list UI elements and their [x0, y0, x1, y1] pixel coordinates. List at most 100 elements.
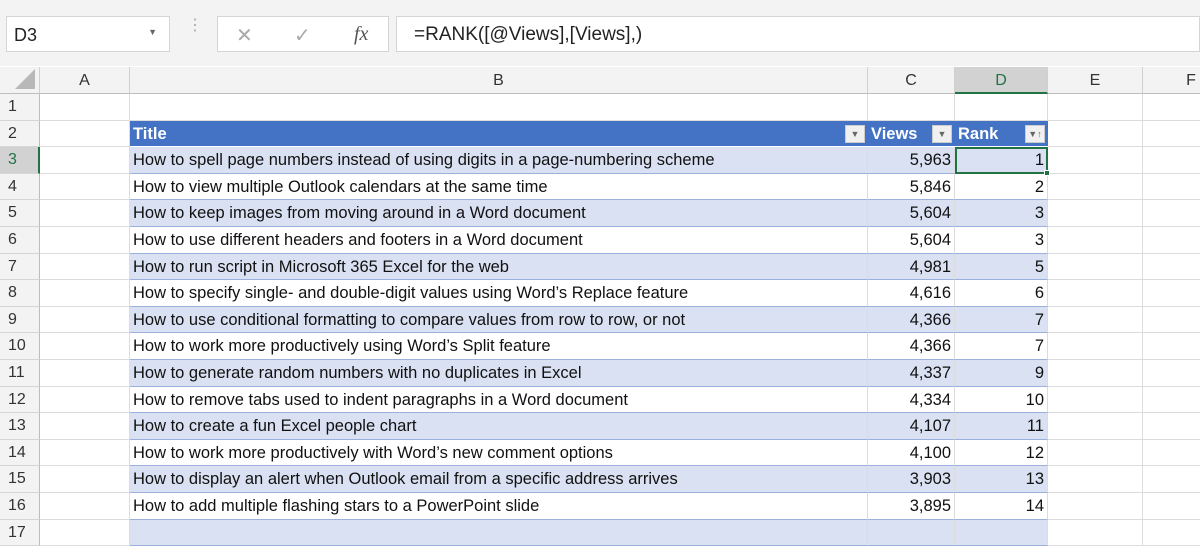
cell[interactable] [1048, 173, 1143, 201]
cell[interactable] [1143, 94, 1200, 121]
cell[interactable] [40, 94, 130, 121]
row-header-12[interactable]: 12 [0, 386, 40, 414]
cell[interactable] [1143, 520, 1200, 546]
cell[interactable] [1048, 466, 1143, 493]
cell[interactable] [40, 280, 130, 307]
cell[interactable] [1143, 360, 1200, 387]
title-cell[interactable]: How to add multiple flashing stars to a … [130, 493, 868, 520]
sort-ascending-filter-icon[interactable]: ▼↑ [1025, 124, 1045, 143]
cell[interactable] [1048, 280, 1143, 307]
cell[interactable] [1048, 253, 1143, 281]
views-cell[interactable]: 4,366 [868, 306, 955, 334]
row-header-16[interactable]: 16 [0, 493, 40, 520]
title-cell[interactable]: How to specify single- and double-digit … [130, 280, 868, 307]
rank-cell[interactable]: 3 [955, 227, 1048, 254]
cell[interactable] [130, 94, 868, 121]
cell[interactable] [1143, 466, 1200, 493]
cell[interactable] [40, 360, 130, 387]
views-cell[interactable]: 5,963 [868, 147, 955, 174]
row-header-2[interactable]: 2 [0, 120, 40, 148]
row-header-6[interactable]: 6 [0, 227, 40, 254]
cell[interactable] [1048, 493, 1143, 520]
cell[interactable] [1143, 493, 1200, 520]
column-header-d[interactable]: D [955, 67, 1048, 94]
column-header-e[interactable]: E [1048, 67, 1143, 94]
row-header-15[interactable]: 15 [0, 466, 40, 493]
title-cell[interactable]: How to work more productively with Word’… [130, 439, 868, 467]
rank-cell[interactable]: 2 [955, 173, 1048, 201]
table-header-rank[interactable]: Rank ▼↑ [955, 120, 1048, 148]
cell[interactable] [1048, 439, 1143, 467]
rank-cell[interactable] [955, 519, 1048, 546]
views-cell[interactable]: 4,100 [868, 439, 955, 467]
rank-cell[interactable]: 14 [955, 493, 1048, 520]
cancel-icon[interactable]: ✕ [236, 23, 253, 48]
table-header-title[interactable]: Title ▼ [130, 120, 868, 148]
cell[interactable] [40, 173, 130, 201]
name-box[interactable]: D3 ▼ [6, 16, 170, 52]
cell[interactable] [40, 120, 130, 148]
filter-dropdown-icon[interactable]: ▼ [932, 124, 952, 143]
rank-cell[interactable]: 7 [955, 306, 1048, 334]
row-header-17[interactable]: 17 [0, 519, 40, 546]
views-cell[interactable] [868, 519, 955, 546]
title-cell[interactable]: How to generate random numbers with no d… [130, 360, 868, 387]
rank-cell[interactable]: 5 [955, 253, 1048, 281]
title-cell[interactable]: How to remove tabs used to indent paragr… [130, 386, 868, 414]
views-cell[interactable]: 4,334 [868, 386, 955, 414]
row-header-5[interactable]: 5 [0, 200, 40, 227]
title-cell[interactable]: How to keep images from moving around in… [130, 200, 868, 227]
row-header-7[interactable]: 7 [0, 253, 40, 281]
column-header-b[interactable]: B [130, 67, 868, 94]
rank-cell[interactable]: 12 [955, 439, 1048, 467]
select-all-button[interactable] [0, 67, 40, 94]
rank-cell[interactable]: 6 [955, 280, 1048, 307]
row-header-13[interactable]: 13 [0, 413, 40, 440]
title-cell[interactable]: How to spell page numbers instead of usi… [130, 147, 868, 174]
cell[interactable] [1048, 94, 1143, 121]
cell[interactable] [1143, 174, 1200, 201]
cell[interactable] [40, 200, 130, 227]
cell[interactable] [1143, 333, 1200, 360]
cell[interactable] [40, 386, 130, 414]
title-cell[interactable]: How to use different headers and footers… [130, 227, 868, 254]
views-cell[interactable]: 3,903 [868, 466, 955, 493]
rank-cell[interactable]: 9 [955, 360, 1048, 387]
row-header-8[interactable]: 8 [0, 280, 40, 307]
table-header-views[interactable]: Views ▼ [868, 120, 955, 148]
cell[interactable] [1143, 200, 1200, 227]
title-cell[interactable]: How to display an alert when Outlook ema… [130, 466, 868, 493]
cell[interactable] [40, 413, 130, 440]
cell[interactable] [40, 306, 130, 334]
rank-cell[interactable]: 10 [955, 386, 1048, 414]
cell[interactable] [1143, 440, 1200, 467]
cell[interactable] [1143, 254, 1200, 281]
views-cell[interactable]: 4,107 [868, 413, 955, 440]
views-cell[interactable]: 5,846 [868, 173, 955, 201]
title-cell[interactable]: How to use conditional formatting to com… [130, 306, 868, 334]
cell[interactable] [40, 227, 130, 254]
column-header-a[interactable]: A [40, 67, 130, 94]
active-cell-d3[interactable]: 1 [955, 147, 1048, 174]
enter-icon[interactable]: ✓ [294, 23, 311, 48]
cell[interactable] [1048, 519, 1143, 546]
views-cell[interactable]: 5,604 [868, 227, 955, 254]
row-header-9[interactable]: 9 [0, 306, 40, 334]
views-cell[interactable]: 3,895 [868, 493, 955, 520]
row-header-11[interactable]: 11 [0, 360, 40, 387]
cell[interactable] [1143, 387, 1200, 414]
chevron-down-icon[interactable]: ▼ [148, 27, 157, 37]
cell[interactable] [1143, 307, 1200, 334]
cell[interactable] [1143, 413, 1200, 440]
cell[interactable] [40, 333, 130, 360]
cell[interactable] [40, 253, 130, 281]
formula-input[interactable]: =RANK([@Views],[Views],) [396, 16, 1200, 52]
cell[interactable] [1048, 306, 1143, 334]
title-cell[interactable]: How to work more productively using Word… [130, 333, 868, 360]
cell[interactable] [955, 94, 1048, 121]
views-cell[interactable]: 5,604 [868, 200, 955, 227]
cell[interactable] [1048, 333, 1143, 360]
cell[interactable] [868, 94, 955, 121]
column-header-c[interactable]: C [868, 67, 955, 94]
row-header-14[interactable]: 14 [0, 439, 40, 467]
